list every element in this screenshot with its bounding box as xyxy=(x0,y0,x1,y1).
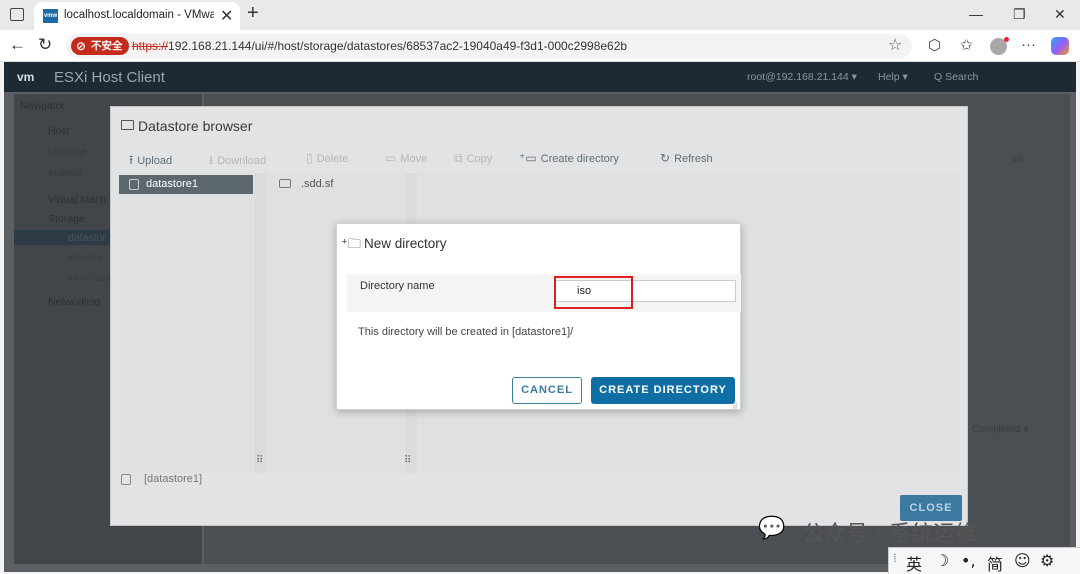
datastore-list xyxy=(119,173,253,473)
dialog-title: New directory xyxy=(364,236,447,251)
not-secure-badge[interactable]: 不安全 xyxy=(71,37,129,55)
browser-tab-bar: vmw localhost.localdomain - VMware E ✕ +… xyxy=(0,0,1080,30)
tab-close-icon[interactable]: ✕ xyxy=(220,6,233,26)
window-close-icon[interactable]: ✕ xyxy=(1054,6,1066,23)
input-highlight-box xyxy=(554,276,633,309)
folder-icon xyxy=(121,120,134,130)
user-menu[interactable]: root@192.168.21.144 ▾ xyxy=(747,71,857,83)
copy-icon: ⧉ xyxy=(454,151,463,165)
moon-icon[interactable]: ☽ xyxy=(935,551,949,570)
ime-simplified-toggle[interactable]: 简 xyxy=(987,551,1003,574)
upload-icon: ⭱ xyxy=(129,153,134,167)
esxi-title: ESXi Host Client xyxy=(54,69,165,86)
directory-name-row: Directory name xyxy=(347,274,741,312)
sidebar-item-sub-monitor[interactable]: Monitor xyxy=(68,252,103,264)
sidebar-item-virtual-machines[interactable]: Virtual Mach xyxy=(48,194,106,206)
ime-language-toggle[interactable]: 英 xyxy=(906,551,922,574)
create-directory-submit-button[interactable]: CREATE DIRECTORY xyxy=(591,377,735,404)
favorite-star-icon[interactable]: ☆ xyxy=(888,35,902,55)
help-menu[interactable]: Help ▾ xyxy=(878,71,908,83)
create-directory-label: Create directory xyxy=(540,153,619,165)
refresh-label: Refresh xyxy=(674,153,713,165)
directory-name-label: Directory name xyxy=(360,280,435,292)
ime-grip[interactable]: ⁞ xyxy=(893,551,897,565)
ime-toolbar: ⁞ 英 ☽ •, 简 ☺ ⚙ xyxy=(888,547,1080,574)
favorites-icon[interactable]: ✩ xyxy=(960,36,973,54)
settings-gear-icon[interactable]: ⚙ xyxy=(1040,551,1054,570)
upload-label: Upload xyxy=(137,155,173,167)
stat-percent: 1% xyxy=(1012,154,1026,164)
sidebar-item-networking[interactable]: Networking xyxy=(48,296,101,308)
more-menu-icon[interactable]: ··· xyxy=(1021,36,1036,53)
column-resize-handle[interactable]: ⠿ xyxy=(404,455,411,466)
notification-dot xyxy=(1004,37,1009,42)
sidebar-item-datastore[interactable]: datastor xyxy=(68,232,106,244)
folder-icon xyxy=(279,179,291,188)
restore-icon[interactable]: ❐ xyxy=(1013,6,1026,23)
sidebar-item-storage[interactable]: Storage xyxy=(48,213,85,225)
wechat-icon: 💬 xyxy=(758,515,786,540)
cancel-button[interactable]: CANCEL xyxy=(512,377,582,404)
download-label: Download xyxy=(217,155,267,167)
move-label: Move xyxy=(400,153,428,165)
navigator-heading: Navigator xyxy=(20,100,65,112)
create-directory-button[interactable]: ⁺▭ Create directory xyxy=(519,151,619,165)
download-icon: ⭳ xyxy=(209,153,214,167)
url-scheme: https:// xyxy=(132,39,169,53)
copy-button[interactable]: ⧉ Copy xyxy=(454,151,492,166)
current-path: [datastore1] xyxy=(144,473,203,485)
new-directory-dialog: ⁺🗀 New directory Directory name This dir… xyxy=(336,223,741,411)
vm-logo: vm xyxy=(17,70,35,84)
copilot-icon[interactable] xyxy=(1051,37,1069,55)
search-box[interactable]: Q Search xyxy=(934,71,978,83)
url-text: https://192.168.21.144/ui/#/host/storage… xyxy=(132,39,627,53)
refresh-button[interactable]: ↻ Refresh xyxy=(660,151,713,165)
url-path: 192.168.21.144/ui/#/host/storage/datasto… xyxy=(168,39,628,53)
sidebar-item-monitor[interactable]: Monitor xyxy=(48,167,83,179)
folder-name[interactable]: .sdd.sf xyxy=(301,178,333,190)
back-icon[interactable]: ← xyxy=(9,35,26,55)
watermark-text: 公众号 · 系统运维 xyxy=(802,522,977,547)
emoji-icon[interactable]: ☺ xyxy=(1014,551,1031,570)
tab-title: localhost.localdomain - VMware E xyxy=(64,9,214,21)
browser-tab[interactable]: vmw localhost.localdomain - VMware E ✕ xyxy=(34,2,240,30)
vmware-favicon-icon: vmw xyxy=(43,9,58,23)
delete-icon: ▯ xyxy=(306,151,313,165)
column-resize-handle[interactable]: ⠿ xyxy=(256,455,263,466)
column-separator xyxy=(254,173,266,473)
sidebar-item-manage[interactable]: Manage xyxy=(48,146,86,158)
minimize-icon[interactable]: — xyxy=(969,6,983,22)
sidebar-item-host[interactable]: Host xyxy=(48,125,70,137)
esxi-header: vm ESXi Host Client root@192.168.21.144 … xyxy=(4,62,1076,92)
tab-actions-icon[interactable] xyxy=(10,8,24,21)
copy-label: Copy xyxy=(466,153,493,165)
datastore-path-icon xyxy=(121,474,131,485)
delete-button[interactable]: ▯ Delete xyxy=(306,151,348,165)
url-field[interactable]: 不安全 https://192.168.21.144/ui/#/host/sto… xyxy=(66,34,912,58)
tasks-status-filter[interactable]: Completed ▾ xyxy=(972,424,1028,435)
punctuation-icon[interactable]: •, xyxy=(961,551,976,570)
address-bar-row: ← ↻ 不安全 https://192.168.21.144/ui/#/host… xyxy=(0,30,1080,62)
delete-label: Delete xyxy=(316,153,349,165)
reload-icon[interactable]: ↻ xyxy=(38,35,52,55)
refresh-icon: ↻ xyxy=(660,151,671,165)
sidebar-item-more-storage[interactable]: More stor xyxy=(68,272,112,284)
upload-button[interactable]: ⭱ Upload xyxy=(129,151,172,172)
directory-info-text: This directory will be created in [datas… xyxy=(358,326,574,338)
new-folder-icon: ⁺▭ xyxy=(519,151,537,165)
download-button[interactable]: ⭳ Download xyxy=(209,151,266,172)
new-folder-icon: ⁺🗀 xyxy=(341,236,361,251)
move-button[interactable]: ▭ Move xyxy=(385,151,427,165)
resize-grip-icon[interactable]: ⠿ xyxy=(732,402,738,411)
datastore-icon xyxy=(129,179,139,190)
move-icon: ▭ xyxy=(385,151,397,165)
datastore-name: datastore1 xyxy=(146,178,198,190)
dialog-title: Datastore browser xyxy=(138,118,253,134)
new-tab-button[interactable]: + xyxy=(247,2,259,25)
extensions-icon[interactable]: ⬡ xyxy=(928,36,941,54)
